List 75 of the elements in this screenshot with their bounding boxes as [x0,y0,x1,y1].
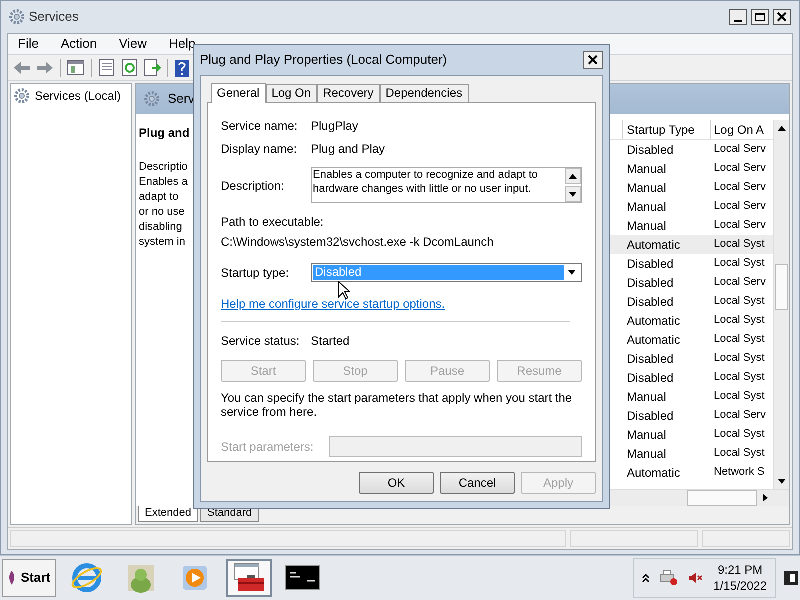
column-header[interactable]: Log On A [711,120,773,139]
parameters-note: You can specify the start parameters that apply when you start the service from here. [221,391,574,419]
field-label: Start parameters: [221,438,315,456]
table-cell-text: Automatic [626,464,682,482]
table-cell-text: Local Syst [713,389,766,404]
table-cell-text: Local Serv [713,180,767,196]
table-cell-text: Manual [626,180,668,196]
dialog-tab[interactable]: Log On [266,84,318,102]
dialog-tab[interactable]: Recovery [317,84,380,102]
dialog-button[interactable]: Cancel [440,472,515,494]
table-cell-text: Local Serv [713,275,767,290]
dialog-tab[interactable]: Dependencies [380,84,468,102]
table-cell-text: Manual [626,426,668,444]
window-title: Services [29,8,79,26]
table-cell-text: Local Serv [713,408,767,424]
field-label: Display name: [221,141,298,158]
dialog-tab[interactable]: General [211,83,266,103]
table-cell-text: Disabled [626,370,675,386]
table-cell-text: Manual [626,218,668,234]
table-cell-text: Local Serv [713,199,767,214]
dialog-button[interactable]: OK [359,472,434,494]
start-button[interactable]: Start [2,559,56,597]
table-cell-text: Local Syst [713,256,766,272]
service-title: Plug and [139,125,190,142]
table-cell-text: Disabled [626,350,675,368]
menu-item[interactable]: Action [60,34,98,54]
table-cell-text: Local Syst [713,351,766,366]
table-cell-text: Network S [713,465,766,480]
table-cell-text: Disabled [626,256,675,272]
view-tab[interactable]: Extended [138,506,198,522]
clock-time[interactable]: 9:21 PM [718,562,763,578]
table-cell-text: Local Syst [713,370,766,386]
table-cell-text: Automatic [626,312,682,330]
table-cell-text: Disabled [626,408,675,424]
table-cell-text: Local Syst [713,427,766,442]
menu-item[interactable]: View [119,34,148,54]
field-label: Path to executable: [221,214,325,231]
field-label: Service name: [221,118,299,135]
description-line: system in [139,235,186,250]
column-header[interactable]: Startup Type [623,120,711,139]
table-cell-text: Local Serv [713,218,767,234]
description-line: Descriptio [139,160,188,175]
clock-date[interactable]: 1/15/2022 [714,578,767,594]
table-cell-text: Manual [626,198,668,216]
description-line: Enables a [139,175,188,190]
field-label: Description: [221,178,286,195]
table-cell-text: Automatic [626,236,682,254]
table-cell-text: Automatic [626,332,682,348]
table-cell-text: Local Syst [713,294,766,310]
field-value: Plug and Play [311,141,386,158]
path-value: C:\Windows\system32\svchost.exe -k DcomLaunch [221,234,495,251]
help-link[interactable]: Help me configure service startup options. [221,295,446,313]
table-cell-text: Manual [626,446,668,462]
tree-item[interactable]: Services (Local) [34,87,122,105]
table-cell-text: Local Syst [713,446,766,462]
table-cell-text: Local Syst [713,237,766,252]
table-cell-text: Disabled [626,142,675,158]
table-cell-text: Disabled [626,294,675,310]
table-cell-text: Local Serv [713,161,767,176]
description-line: disabling [139,220,182,235]
table-cell-text: Local Syst [713,313,766,328]
menu-item[interactable]: File [18,34,39,54]
table-cell-text: Manual [626,388,668,406]
table-cell-text: Disabled [626,274,675,292]
dialog-title: Plug and Play Properties (Local Computer) [200,51,448,70]
status-value: Started [311,333,350,350]
description-box: Enables a computer to recognize and adapt to hardware changes with little or no user input. [311,167,582,203]
table-cell-text: Local Syst [713,332,766,348]
field-label: Startup type: [221,264,290,282]
description-line: adapt to [139,190,179,205]
table-cell-text: Local Serv [713,142,767,158]
field-value: PlugPlay [311,118,358,135]
table-cell-text: Manual [626,160,668,178]
description-line: or no use [139,205,185,220]
field-label: Service status: [221,333,301,350]
